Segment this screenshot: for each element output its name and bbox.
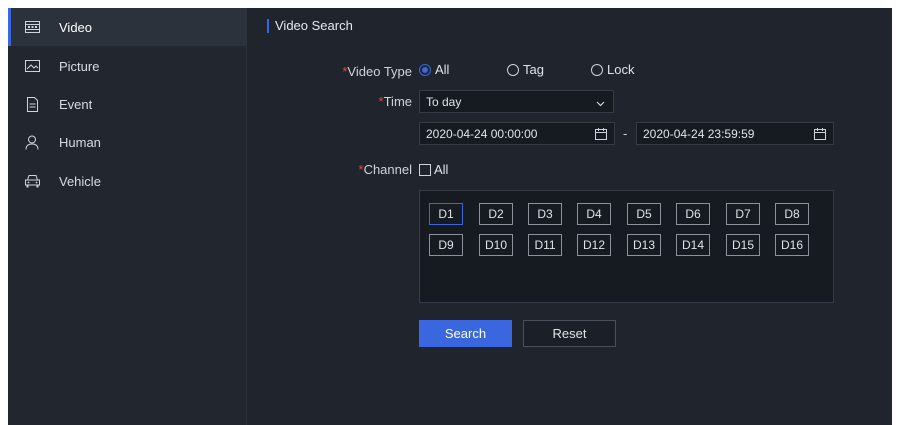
- channel-d6[interactable]: D6: [676, 203, 710, 225]
- checkbox-icon: [419, 163, 431, 176]
- event-icon: [24, 96, 40, 112]
- date-separator: -: [623, 126, 628, 141]
- chevron-down-icon: [596, 96, 605, 111]
- sidebar-item-label: Vehicle: [59, 173, 101, 189]
- calendar-icon[interactable]: [814, 128, 826, 143]
- channel-d16[interactable]: D16: [775, 234, 809, 256]
- channel-d12[interactable]: D12: [577, 234, 611, 256]
- time-select[interactable]: To day: [419, 90, 614, 113]
- sidebar-item-picture[interactable]: Picture: [8, 47, 246, 85]
- vehicle-icon: [24, 173, 40, 189]
- sidebar-item-human[interactable]: Human: [8, 123, 246, 161]
- channel-d8[interactable]: D8: [775, 203, 809, 225]
- time-label: *Time: [378, 94, 412, 109]
- channel-d15[interactable]: D15: [726, 234, 760, 256]
- radio-all[interactable]: All: [419, 62, 449, 77]
- page-title: Video Search: [267, 19, 353, 33]
- reset-button[interactable]: Reset: [523, 320, 616, 347]
- radio-tag[interactable]: Tag: [507, 62, 544, 77]
- channel-d4[interactable]: D4: [577, 203, 611, 225]
- channel-d9[interactable]: D9: [429, 234, 463, 256]
- sidebar-item-label: Event: [59, 96, 93, 112]
- channel-d2[interactable]: D2: [479, 203, 513, 225]
- sidebar-item-label: Picture: [59, 58, 100, 74]
- start-datetime-field[interactable]: 2020-04-24 00:00:00: [419, 122, 615, 145]
- channel-d3[interactable]: D3: [528, 203, 562, 225]
- channel-d10[interactable]: D10: [479, 234, 513, 256]
- channel-label: *Channel: [358, 162, 413, 177]
- channel-d1[interactable]: D1: [429, 203, 463, 225]
- sidebar-item-label: Video: [59, 19, 93, 35]
- calendar-icon[interactable]: [595, 128, 607, 143]
- radio-circle-icon: [507, 63, 519, 76]
- radio-lock[interactable]: Lock: [591, 62, 634, 77]
- video-icon: [24, 19, 40, 35]
- channel-d11[interactable]: D11: [528, 234, 562, 256]
- sidebar: Video Picture Event Human Vehicle: [8, 8, 247, 425]
- picture-icon: [24, 58, 40, 74]
- video-type-label: *Video Type: [342, 64, 412, 79]
- end-datetime-field[interactable]: 2020-04-24 23:59:59: [636, 122, 834, 145]
- radio-circle-icon: [591, 63, 603, 76]
- channel-panel: D1 D2 D3 D4 D5 D6 D7 D8 D9 D10 D11 D12 D…: [419, 190, 834, 303]
- human-icon: [24, 134, 40, 150]
- channel-d14[interactable]: D14: [676, 234, 710, 256]
- channel-d13[interactable]: D13: [627, 234, 661, 256]
- sidebar-item-vehicle[interactable]: Vehicle: [8, 162, 246, 200]
- sidebar-item-event[interactable]: Event: [8, 85, 246, 123]
- sidebar-item-label: Human: [59, 134, 101, 150]
- main-panel: Video Search *Video Type All Tag Lock *T…: [247, 8, 892, 425]
- channel-d5[interactable]: D5: [627, 203, 661, 225]
- sidebar-item-video[interactable]: Video: [8, 8, 246, 46]
- channel-d7[interactable]: D7: [726, 203, 760, 225]
- channel-all-checkbox[interactable]: All: [419, 162, 448, 177]
- search-button[interactable]: Search: [419, 320, 512, 347]
- app-window: Video Picture Event Human Vehicle Video …: [8, 8, 892, 425]
- radio-circle-icon: [419, 63, 431, 76]
